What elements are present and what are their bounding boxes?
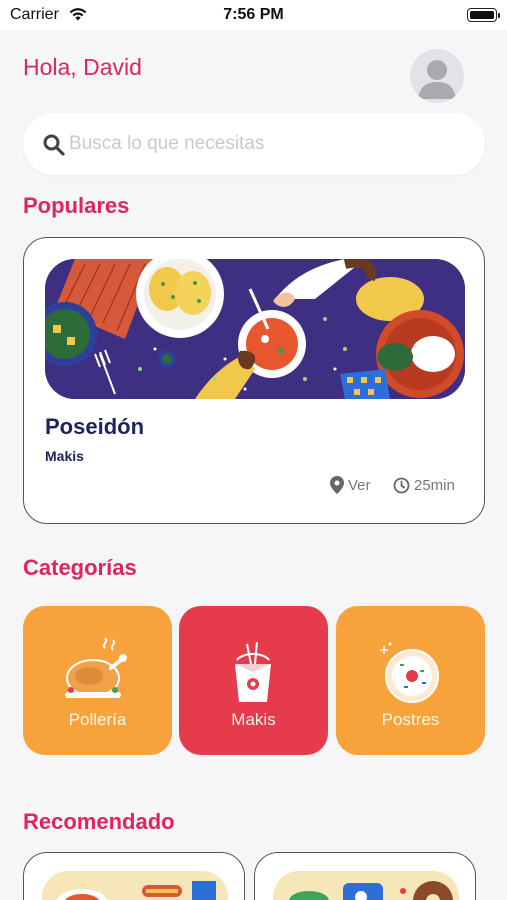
section-title-recommended: Recomendado — [23, 809, 175, 834]
restaurant-category: Makis — [45, 448, 84, 464]
user-icon — [418, 60, 456, 99]
category-label: Makis — [231, 710, 276, 729]
recommended-image — [273, 871, 459, 900]
category-label: Postres — [381, 710, 440, 729]
category-postres[interactable]: Postres — [336, 606, 485, 755]
section-title-popular: Populares — [23, 193, 130, 218]
search-bar[interactable] — [23, 113, 485, 175]
battery-icon — [467, 8, 500, 22]
category-label: Pollería — [68, 710, 127, 729]
location-pin-icon — [330, 476, 344, 494]
popular-restaurant-image — [45, 259, 465, 399]
search-input[interactable] — [69, 113, 469, 175]
restaurant-name: Poseidón — [45, 414, 145, 439]
time-label: 25min — [414, 476, 455, 494]
recommended-image — [42, 871, 228, 900]
section-title-categories: Categorías — [23, 555, 137, 580]
delivery-time: 25min — [393, 474, 455, 496]
noodle-box-icon — [235, 641, 271, 702]
clock-icon — [393, 477, 410, 493]
category-makis[interactable]: Makis — [179, 606, 328, 755]
donut-icon — [380, 642, 439, 703]
avatar[interactable] — [410, 49, 464, 103]
search-icon — [43, 134, 65, 156]
status-bar: Carrier 7:56 PM — [0, 0, 507, 30]
roast-chicken-icon — [65, 637, 127, 698]
popular-restaurant-card[interactable]: Poseidón Makis Ver 25min — [23, 237, 485, 524]
clock: 7:56 PM — [223, 6, 284, 23]
recommended-card[interactable] — [23, 852, 245, 900]
category-polleria[interactable]: Pollería — [23, 606, 172, 755]
location-label: Ver — [348, 476, 371, 494]
view-location-link[interactable]: Ver — [330, 474, 371, 496]
recommended-card[interactable] — [254, 852, 476, 900]
greeting: Hola, David — [23, 54, 142, 80]
